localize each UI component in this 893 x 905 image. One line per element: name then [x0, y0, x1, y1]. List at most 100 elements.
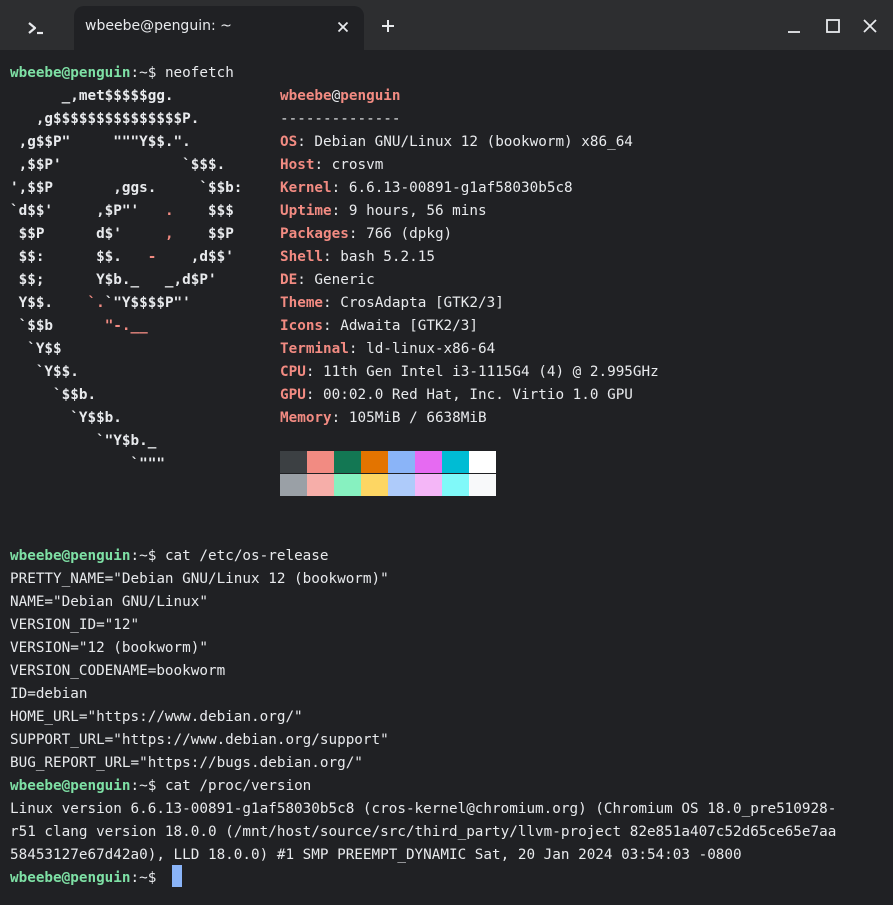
ascii-art-segment: "-.__ [104, 318, 148, 334]
ascii-art-segment: $$P [173, 226, 234, 242]
info-value: : Generic [297, 272, 375, 288]
palette-swatch [388, 451, 415, 473]
ascii-art-segment: ,g$$$$$$$$$$$$$$$P. [10, 111, 200, 127]
ascii-art-segment: , [164, 226, 174, 242]
palette-swatch [415, 451, 442, 473]
palette-swatch [388, 474, 415, 496]
ascii-art-line: _,met$$$$$gg. [10, 85, 174, 108]
terminal-output[interactable]: wbeebe@penguin:~$ neofetch _,met$$$$$gg.… [0, 50, 893, 905]
ascii-art-line: ,g$$P" """Y$$.". [10, 131, 191, 154]
ascii-art-segment: ,$$P' `$$$. [10, 157, 226, 173]
prompt-path: :~$ [130, 778, 165, 794]
terminal-home-tab[interactable] [0, 6, 72, 50]
info-key: Shell [280, 249, 324, 265]
info-row: OS: Debian GNU/Linux 12 (bookworm) x86_6… [280, 131, 633, 154]
ascii-art-line: ,$$P' `$$$. [10, 154, 226, 177]
prompt-line: wbeebe@penguin:~$ neofetch [10, 62, 234, 85]
info-row: Packages: 766 (dpkg) [280, 223, 452, 246]
info-value: : 00:02.0 Red Hat, Inc. Virtio 1.0 GPU [305, 387, 633, 403]
minimize-button[interactable] [782, 14, 806, 38]
ascii-art-line: $$; Y$b._ _,d$P' [10, 269, 217, 292]
ascii-art-line: ',$$P ,ggs. `$$b: [10, 177, 242, 200]
info-row: GPU: 00:02.0 Red Hat, Inc. Virtio 1.0 GP… [280, 384, 633, 407]
info-value: : 766 (dpkg) [348, 226, 453, 242]
palette-swatch [307, 474, 334, 496]
info-key: Theme [280, 295, 324, 311]
ascii-art-segment: `""" [10, 456, 165, 472]
info-row: Icons: Adwaita [GTK2/3] [280, 315, 478, 338]
active-tab[interactable]: wbeebe@penguin: ~ [74, 6, 364, 50]
new-tab-button[interactable] [376, 14, 400, 38]
info-row: Memory: 105MiB / 6638MiB [280, 407, 487, 430]
info-value: : 11th Gen Intel i3-1115G4 (4) @ 2.995GH… [305, 364, 659, 380]
output-line: PRETTY_NAME="Debian GNU/Linux 12 (bookwo… [10, 571, 389, 587]
prompt-user: wbeebe@penguin [10, 870, 131, 886]
ascii-art-line: Y$$. `.`"Y$$$$P"' [10, 292, 191, 315]
prompt-line: wbeebe@penguin:~$ cat /proc/version [10, 775, 311, 798]
output-line: BUG_REPORT_URL="https://bugs.debian.org/… [10, 755, 363, 771]
info-value: : crosvm [314, 157, 384, 173]
palette-swatch [469, 451, 496, 473]
ascii-art-segment: `"Y$$$$P"' [104, 295, 191, 311]
info-row: Uptime: 9 hours, 56 mins [280, 200, 487, 223]
ascii-art-segment: `Y$$b. [10, 410, 122, 426]
info-value: : 6.6.13-00891-g1af58030b5c8 [331, 180, 573, 196]
neofetch-header: wbeebe@penguin [280, 85, 401, 108]
command-text: neofetch [164, 65, 234, 81]
prompt-path: :~$ [130, 548, 165, 564]
ascii-art-segment: $$; Y$b._ _,d$P' [10, 272, 217, 288]
output-line: Linux version 6.6.13-00891-g1af58030b5c8… [10, 801, 837, 817]
ascii-art-segment: ',$$P ,ggs. `$$b: [10, 180, 243, 196]
ascii-art-segment: $$P d$' [10, 226, 165, 242]
ascii-art-line: `"Y$b._ [10, 430, 156, 453]
palette-swatch [334, 474, 361, 496]
info-value: : ld-linux-x86-64 [348, 341, 496, 357]
info-key: CPU [280, 364, 306, 380]
palette-swatch [334, 451, 361, 473]
tab-close-button[interactable] [332, 16, 354, 38]
palette-swatch [415, 474, 442, 496]
neofetch-divider: -------------- [280, 111, 401, 127]
info-value: : Adwaita [GTK2/3] [323, 318, 478, 334]
prompt-user: wbeebe@penguin [10, 65, 131, 81]
info-row: Theme: CrosAdapta [GTK2/3] [280, 292, 504, 315]
info-row: Host: crosvm [280, 154, 383, 177]
ascii-art-segment: $$$ [173, 203, 234, 219]
maximize-icon [826, 19, 840, 33]
header-user: wbeebe [280, 88, 332, 104]
palette-swatch [361, 451, 388, 473]
ascii-art-segment: ,d$$' [156, 249, 234, 265]
minimize-icon [788, 31, 800, 33]
maximize-button[interactable] [821, 14, 845, 38]
palette-swatch [361, 474, 388, 496]
close-icon [337, 21, 349, 33]
terminal-prompt-icon [28, 22, 43, 35]
palette-swatch [442, 451, 469, 473]
ascii-art-segment: `$$b [10, 318, 105, 334]
output-line: ID=debian [10, 686, 88, 702]
ascii-art-line: `Y$$b. [10, 407, 122, 430]
info-row: CPU: 11th Gen Intel i3-1115G4 (4) @ 2.99… [280, 361, 659, 384]
ascii-art-line: ,g$$$$$$$$$$$$$$$P. [10, 108, 200, 131]
ascii-art-line: `$$b "-.__ [10, 315, 148, 338]
output-line: VERSION="12 (bookworm)" [10, 640, 208, 656]
info-row: Terminal: ld-linux-x86-64 [280, 338, 495, 361]
plus-icon [382, 20, 394, 32]
info-row: Kernel: 6.6.13-00891-g1af58030b5c8 [280, 177, 573, 200]
text-cursor [172, 865, 182, 887]
window-close-button[interactable] [858, 14, 882, 38]
prompt-user: wbeebe@penguin [10, 548, 131, 564]
info-value: : CrosAdapta [GTK2/3] [323, 295, 504, 311]
ascii-art-segment: . [164, 203, 174, 219]
ascii-art-segment: `Y$$ [10, 341, 62, 357]
tab-title: wbeebe@penguin: ~ [85, 18, 232, 34]
close-icon [863, 19, 877, 33]
ascii-art-segment: ,g$$P" """Y$$.". [10, 134, 191, 150]
ascii-art-segment: `$$b. [10, 387, 97, 403]
info-row: Shell: bash 5.2.15 [280, 246, 435, 269]
info-key: Kernel [280, 180, 332, 196]
output-line: VERSION_ID="12" [10, 617, 140, 633]
ascii-art-segment: `"Y$b._ [10, 433, 157, 449]
info-value: : 9 hours, 56 mins [331, 203, 487, 219]
prompt-path: :~$ [130, 65, 165, 81]
